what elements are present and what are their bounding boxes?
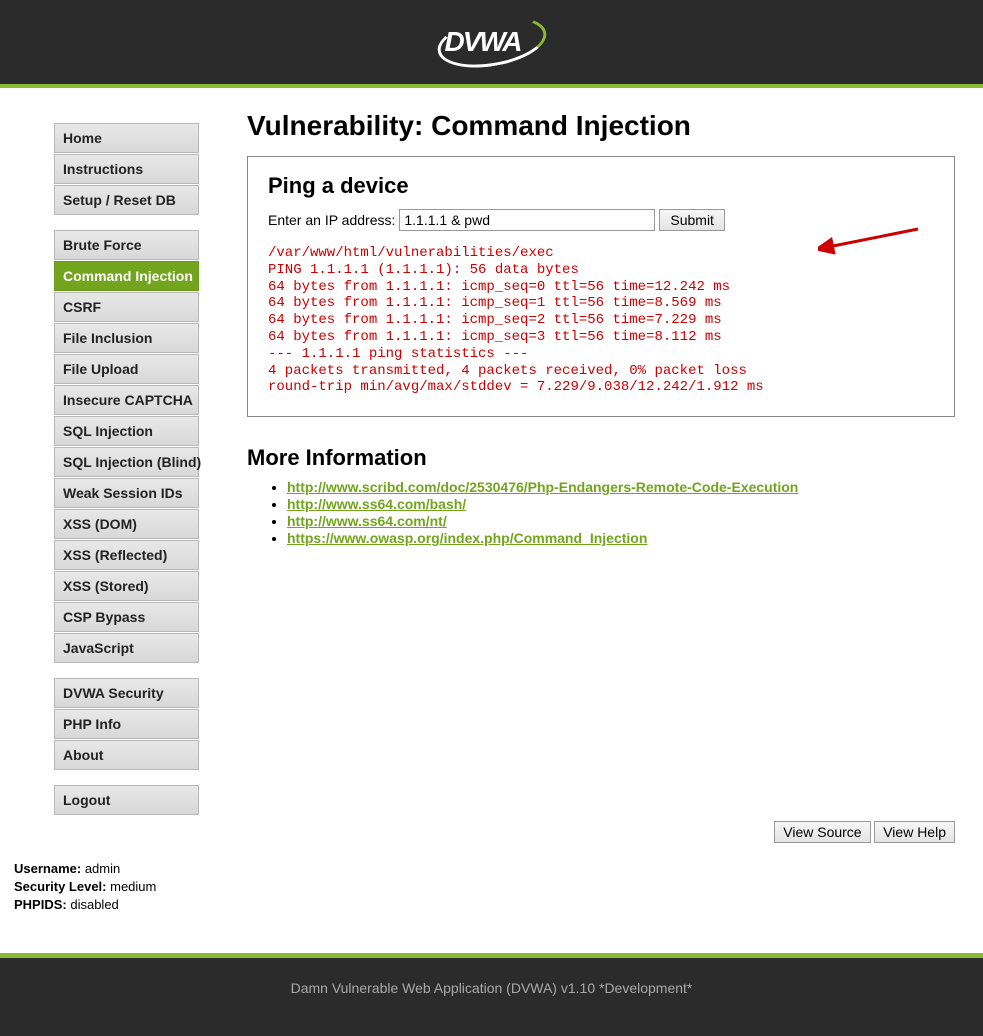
sidebar-item-sql-injection-blind-[interactable]: SQL Injection (Blind)	[54, 447, 199, 477]
command-output: /var/www/html/vulnerabilities/exec PING …	[268, 245, 934, 396]
sidebar-item-weak-session-ids[interactable]: Weak Session IDs	[54, 478, 199, 508]
security-level-label: Security Level:	[14, 879, 107, 894]
sidebar-group-3: DVWA SecurityPHP InfoAbout	[14, 678, 199, 770]
info-link[interactable]: https://www.owasp.org/index.php/Command_…	[287, 530, 647, 546]
sidebar-item-csrf[interactable]: CSRF	[54, 292, 199, 322]
sidebar-group-4: Logout	[14, 785, 199, 815]
logo: DVWA	[437, 14, 547, 70]
username-value: admin	[81, 861, 120, 876]
form-title: Ping a device	[268, 173, 934, 199]
sidebar-item-php-info[interactable]: PHP Info	[54, 709, 199, 739]
sidebar-item-home[interactable]: Home	[54, 123, 199, 153]
list-item: http://www.ss64.com/nt/	[287, 513, 955, 529]
sidebar-item-dvwa-security[interactable]: DVWA Security	[54, 678, 199, 708]
sidebar-item-file-inclusion[interactable]: File Inclusion	[54, 323, 199, 353]
sidebar-item-xss-reflected-[interactable]: XSS (Reflected)	[54, 540, 199, 570]
sidebar-item-logout[interactable]: Logout	[54, 785, 199, 815]
sidebar: HomeInstructionsSetup / Reset DB Brute F…	[14, 110, 199, 915]
view-source-button[interactable]: View Source	[774, 821, 870, 843]
info-link[interactable]: http://www.ss64.com/bash/	[287, 496, 466, 512]
ip-input[interactable]	[399, 209, 655, 231]
sidebar-item-about[interactable]: About	[54, 740, 199, 770]
logo-text: DVWA	[445, 26, 521, 58]
sidebar-item-file-upload[interactable]: File Upload	[54, 354, 199, 384]
sidebar-item-javascript[interactable]: JavaScript	[54, 633, 199, 663]
submit-button[interactable]: Submit	[659, 209, 725, 231]
list-item: http://www.scribd.com/doc/2530476/Php-En…	[287, 479, 955, 495]
info-link[interactable]: http://www.ss64.com/nt/	[287, 513, 447, 529]
sidebar-item-brute-force[interactable]: Brute Force	[54, 230, 199, 260]
sidebar-item-command-injection[interactable]: Command Injection	[54, 261, 199, 291]
username-label: Username:	[14, 861, 81, 876]
info-link[interactable]: http://www.scribd.com/doc/2530476/Php-En…	[287, 479, 798, 495]
ping-form-box: Ping a device Enter an IP address: Submi…	[247, 156, 955, 417]
view-help-button[interactable]: View Help	[874, 821, 955, 843]
sidebar-item-xss-stored-[interactable]: XSS (Stored)	[54, 571, 199, 601]
ip-label: Enter an IP address:	[268, 212, 395, 228]
footer: Damn Vulnerable Web Application (DVWA) v…	[0, 953, 983, 1036]
security-level-value: medium	[107, 879, 157, 894]
header: DVWA	[0, 0, 983, 88]
sidebar-item-xss-dom-[interactable]: XSS (DOM)	[54, 509, 199, 539]
main-content: Vulnerability: Command Injection Ping a …	[199, 110, 969, 843]
sidebar-item-csp-bypass[interactable]: CSP Bypass	[54, 602, 199, 632]
footer-text: Damn Vulnerable Web Application (DVWA) v…	[291, 980, 693, 996]
sidebar-item-insecure-captcha[interactable]: Insecure CAPTCHA	[54, 385, 199, 415]
more-info-title: More Information	[247, 445, 955, 471]
status-block: Username: admin Security Level: medium P…	[14, 860, 199, 915]
info-links: http://www.scribd.com/doc/2530476/Php-En…	[247, 479, 955, 546]
sidebar-group-1: HomeInstructionsSetup / Reset DB	[14, 123, 199, 215]
sidebar-group-2: Brute ForceCommand InjectionCSRFFile Inc…	[14, 230, 199, 663]
container: HomeInstructionsSetup / Reset DB Brute F…	[0, 88, 983, 925]
right-buttons: View Source View Help	[247, 821, 955, 843]
sidebar-item-sql-injection[interactable]: SQL Injection	[54, 416, 199, 446]
sidebar-item-instructions[interactable]: Instructions	[54, 154, 199, 184]
sidebar-item-setup-reset-db[interactable]: Setup / Reset DB	[54, 185, 199, 215]
list-item: http://www.ss64.com/bash/	[287, 496, 955, 512]
list-item: https://www.owasp.org/index.php/Command_…	[287, 530, 955, 546]
phpids-label: PHPIDS:	[14, 897, 67, 912]
phpids-value: disabled	[67, 897, 119, 912]
page-title: Vulnerability: Command Injection	[247, 110, 955, 142]
